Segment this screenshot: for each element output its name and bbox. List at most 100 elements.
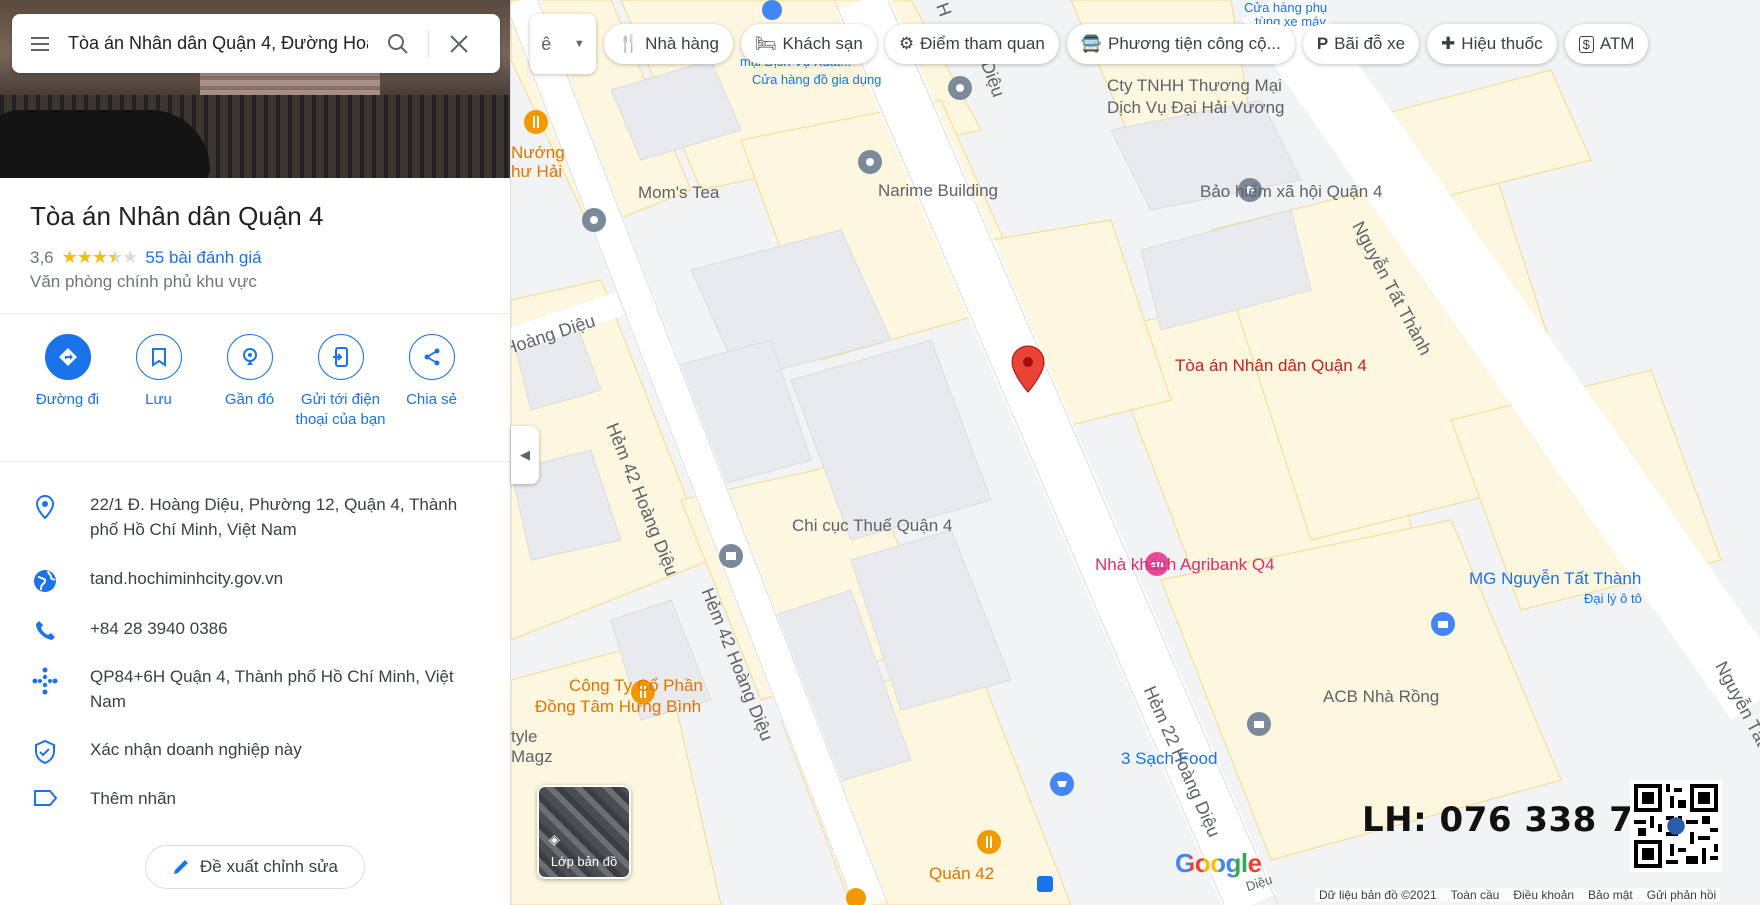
suggest-edit-button[interactable]: Đề xuất chỉnh sửa (145, 845, 365, 889)
chip-label: Phương tiện công cộ... (1108, 34, 1281, 53)
menu-icon[interactable] (12, 32, 68, 56)
place-panel: Tòa án Nhân dân Quận 4 3,6 ★★★★★ 55 bài … (0, 0, 511, 905)
send-to-phone-label: Gửi tới điện thoại của bạn (295, 391, 386, 428)
restaurant-icon: 🍴 (618, 34, 640, 53)
phone-text: +84 28 3940 0386 (90, 619, 228, 638)
bhxh-label[interactable]: Bảo hiểm xã hội Quận 4 (1200, 182, 1382, 202)
chip-parking[interactable]: P Bãi đỗ xe (1302, 24, 1420, 64)
chip-label: Điểm tham quan (920, 34, 1045, 53)
reviews-link[interactable]: 55 bài đánh giá (145, 248, 261, 268)
chip-label: Hiệu thuốc (1461, 34, 1543, 53)
send-to-phone-icon (317, 334, 364, 380)
feedback-link[interactable]: Gửi phản hồi (1647, 888, 1716, 902)
save-button[interactable]: Lưu (113, 334, 204, 430)
rating-value: 3,6 (30, 247, 54, 267)
cty-label[interactable]: Dịch Vụ Đại Hải Vương (1107, 98, 1285, 118)
directions-label: Đường đi (35, 391, 100, 408)
layers-icon: ◈ (549, 831, 560, 847)
nearby-button[interactable]: Gần đó (204, 334, 295, 430)
website-row[interactable]: tand.hochiminhcity.gov.vn (0, 566, 510, 594)
website-text: tand.hochiminhcity.gov.vn (90, 569, 284, 588)
search-box (12, 14, 500, 73)
plus-code-icon (0, 664, 90, 714)
action-bar: Đường đi Lưu Gần đó Gửi tới điện thoại c… (22, 334, 477, 430)
cong-ty-label[interactable]: Công Ty Cổ Phần (569, 676, 703, 696)
thue-marker-icon (719, 544, 743, 568)
terms-link[interactable]: Điều khoản (1513, 888, 1574, 902)
plus-code-row[interactable]: QP84+6H Quận 4, Thành phố Hồ Chí Minh, V… (0, 664, 510, 714)
map-data-credit[interactable]: Dữ liệu bản đồ ©2021 (1319, 888, 1437, 902)
attraction-icon: ⚙ (898, 34, 915, 53)
place-category: Văn phòng chính phủ khu vực (30, 272, 257, 291)
cty-label[interactable]: Cty TNHH Thương Mại (1107, 76, 1282, 96)
address-row[interactable]: 22/1 Đ. Hoàng Diệu, Phường 12, Quận 4, T… (0, 492, 510, 542)
nuong-label[interactable]: Nướng (511, 143, 565, 163)
quan42-label[interactable]: Quán 42 (929, 864, 994, 884)
mg-label[interactable]: MG Nguyễn Tất Thành (1469, 569, 1641, 589)
half-star-icon: ★ (107, 247, 123, 267)
chip-transit[interactable]: 🚍 Phương tiện công cộ... (1066, 24, 1295, 64)
bus-stop-icon (1037, 876, 1053, 892)
pencil-icon (173, 860, 188, 874)
chip-label: Nhà hàng (645, 34, 719, 53)
verified-shield-icon (0, 737, 90, 765)
moms-tea-marker-icon (582, 208, 606, 232)
chip-label: ATM (1599, 34, 1635, 53)
style-label[interactable]: tyle (511, 727, 537, 747)
divider (0, 461, 510, 462)
search-input[interactable] (68, 23, 368, 64)
chip-pharmacy[interactable]: ✚ Hiệu thuốc (1427, 24, 1557, 64)
atm-icon: $ (1578, 35, 1594, 53)
collapse-panel-button[interactable]: ◀ (511, 426, 539, 484)
nearby-label: Gần đó (224, 391, 275, 408)
phone-row[interactable]: +84 28 3940 0386 (0, 616, 510, 642)
phu-tung-label[interactable]: Cửa hàng phụ (1244, 0, 1327, 15)
vietnamese-input-icon: ê (541, 33, 552, 54)
style-label[interactable]: Magz (511, 747, 553, 767)
hotel-icon: 🛏 (754, 34, 777, 53)
claim-business-text: Xác nhận doanh nghiệp này (90, 740, 302, 759)
map-graphics (511, 0, 1760, 905)
share-button[interactable]: Chia sẻ (386, 334, 477, 430)
agribank-label[interactable]: Nhà khách Agribank Q4 (1095, 555, 1275, 575)
chip-restaurants[interactable]: 🍴 Nhà hàng (604, 24, 733, 64)
nearby-icon (226, 334, 273, 380)
google-wordmark: Google (1175, 848, 1262, 878)
search-icon[interactable] (368, 32, 428, 56)
privacy-link[interactable]: Bảo mật (1588, 888, 1633, 902)
bank-marker-icon (1247, 712, 1271, 736)
directions-button[interactable]: Đường đi (22, 334, 113, 430)
car-dealer-marker-icon (1431, 612, 1455, 636)
cua-hang-label[interactable]: Cửa hàng đồ gia dụng (752, 72, 881, 87)
moms-tea-label[interactable]: Mom's Tea (638, 183, 719, 203)
acb-label[interactable]: ACB Nhà Rồng (1323, 687, 1439, 707)
input-tools-button[interactable]: ê ▼ (530, 14, 596, 74)
transit-icon: 🚍 (1080, 34, 1102, 53)
address-text: 22/1 Đ. Hoàng Diệu, Phường 12, Quận 4, T… (90, 495, 458, 539)
save-label: Lưu (145, 391, 172, 408)
narime-label[interactable]: Narime Building (878, 181, 998, 201)
chip-atm[interactable]: $ ATM (1564, 24, 1649, 64)
nuong-label[interactable]: hư Hải (511, 162, 562, 182)
narime-marker-icon (858, 150, 882, 174)
map-footer: Dữ liệu bản đồ ©2021 Toàn cầu Điều khoản… (1315, 888, 1721, 902)
cong-ty-label[interactable]: Đồng Tâm Hưng Bình (535, 697, 701, 717)
bookmark-icon (135, 334, 182, 380)
chip-label: Bãi đỗ xe (1334, 34, 1406, 53)
map-layers-button[interactable]: ◈ Lớp bản đồ (537, 785, 631, 879)
restaurant-marker-icon (977, 830, 1001, 854)
chip-hotels[interactable]: 🛏 Khách sạn (740, 24, 877, 64)
divider (0, 313, 510, 314)
add-label-row[interactable]: Thêm nhãn (0, 786, 510, 811)
close-icon[interactable] (429, 33, 489, 55)
send-to-phone-button[interactable]: Gửi tới điện thoại của bạn (295, 334, 386, 430)
label-tag-icon (0, 786, 90, 811)
global-link[interactable]: Toàn cầu (1451, 888, 1500, 902)
qr-code (1630, 780, 1722, 872)
chip-attractions[interactable]: ⚙ Điểm tham quan (884, 24, 1059, 64)
claim-business-row[interactable]: Xác nhận doanh nghiệp này (0, 737, 510, 765)
map-canvas[interactable]: Tòa án Nhân dân Quận 4 Cty TNHH Thương M… (511, 0, 1760, 905)
thue-label[interactable]: Chi cục Thuế Quận 4 (792, 516, 952, 536)
google-logo: Google (1175, 848, 1262, 879)
selected-place-label[interactable]: Tòa án Nhân dân Quận 4 (1175, 356, 1367, 376)
